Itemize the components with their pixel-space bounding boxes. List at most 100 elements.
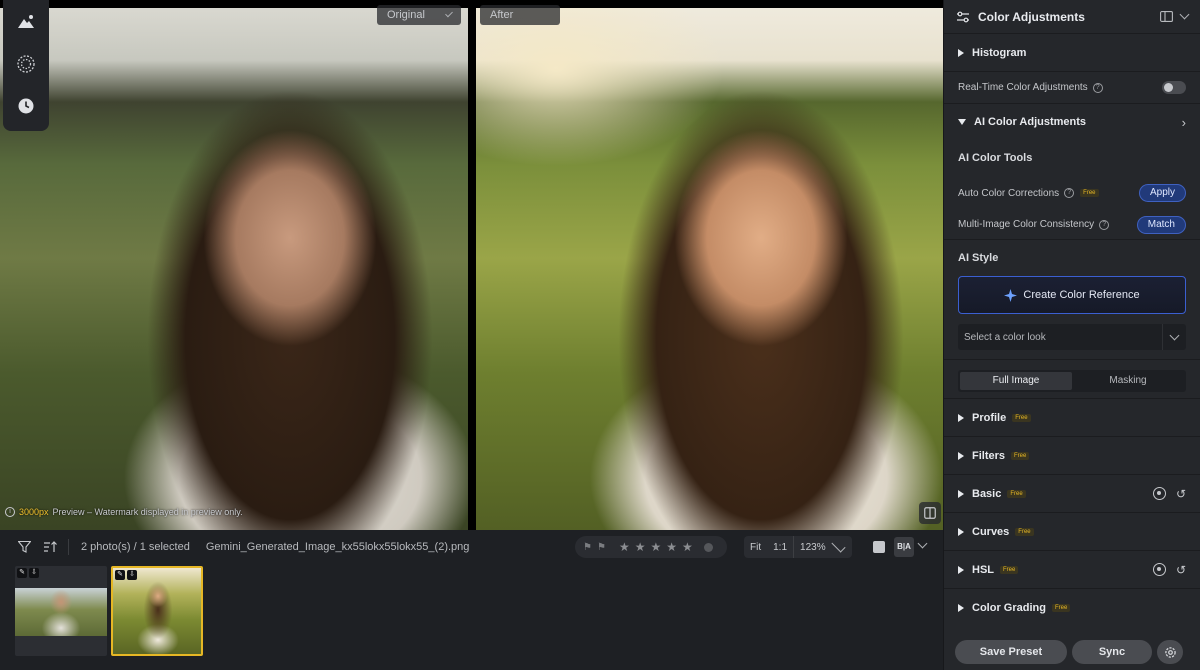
original-photo: [0, 8, 468, 530]
sync-button[interactable]: Sync: [1072, 640, 1152, 664]
free-badge: Free: [1080, 189, 1099, 197]
watermark-note: i 3000px Preview – Watermark displayed i…: [5, 507, 243, 517]
chevron-down-icon: [831, 537, 846, 553]
help-icon[interactable]: ?: [1099, 219, 1110, 230]
section-label: Filters: [972, 449, 1006, 462]
flag-reject-icon[interactable]: ⚑: [597, 542, 606, 553]
rating-group: ⚑ ⚑ ★ ★ ★ ★ ★: [575, 536, 727, 558]
free-badge: Free: [1011, 451, 1030, 460]
realtime-toggle[interactable]: [1162, 81, 1186, 94]
chevron-down-icon[interactable]: [1179, 9, 1190, 20]
left-toolbar: [3, 0, 49, 131]
grain-circle-icon[interactable]: [12, 50, 40, 78]
edit-pencil-icon: ✎: [17, 568, 27, 578]
panel-header: Color Adjustments: [944, 0, 1200, 34]
reset-icon[interactable]: ↺: [1176, 564, 1186, 576]
thumbnail[interactable]: ✎ ⇩: [15, 566, 107, 656]
zoom-select[interactable]: 123%: [793, 536, 851, 558]
photo-viewer: Original After i 3000px Preview – Waterm…: [0, 0, 943, 530]
help-icon[interactable]: ?: [1064, 188, 1075, 198]
section-filters[interactable]: Filters Free: [944, 437, 1200, 475]
star-icon[interactable]: ★: [666, 540, 677, 554]
ai-section-label: AI Color Adjustments: [974, 116, 1087, 128]
section-hsl[interactable]: HSL Free ↺: [944, 551, 1200, 589]
split-view-button[interactable]: [919, 502, 941, 524]
filter-icon[interactable]: [14, 537, 34, 557]
file-name: Gemini_Generated_Image_kx55lokx55lokx55_…: [205, 541, 470, 553]
chevron-down-icon[interactable]: [917, 538, 928, 549]
mountain-adjust-icon[interactable]: [12, 8, 40, 36]
create-color-reference-button[interactable]: Create Color Reference: [958, 276, 1186, 314]
sort-icon[interactable]: [40, 537, 60, 557]
caret-right-icon: [958, 48, 964, 57]
after-photo: [476, 8, 943, 530]
app-window: Original After i 3000px Preview – Waterm…: [0, 0, 1200, 670]
tab-full-image[interactable]: Full Image: [960, 372, 1072, 390]
history-clock-icon[interactable]: [12, 92, 40, 120]
create-ref-label: Create Color Reference: [1023, 289, 1140, 301]
star-icon[interactable]: ★: [682, 540, 693, 554]
save-preset-button[interactable]: Save Preset: [955, 640, 1067, 664]
sliders-icon: [957, 11, 969, 22]
visibility-eye-icon[interactable]: [1152, 563, 1166, 576]
single-view-icon[interactable]: [873, 541, 885, 553]
apply-button[interactable]: Apply: [1138, 184, 1186, 202]
sparkle-icon: [1004, 288, 1018, 302]
section-basic[interactable]: Basic Free ↺: [944, 475, 1200, 513]
caret-right-icon: [958, 527, 964, 536]
original-pane: [0, 8, 468, 530]
chevron-down-icon: [445, 9, 453, 17]
preview-note: Preview – Watermark displayed in preview…: [52, 507, 243, 517]
preview-size: 3000px: [19, 507, 49, 517]
toolbar-divider: [68, 539, 69, 555]
chevron-right-icon[interactable]: ›: [1182, 115, 1186, 130]
thumbnail-image: [15, 588, 107, 636]
reset-icon[interactable]: ↺: [1176, 488, 1186, 500]
histogram-section[interactable]: Histogram: [944, 34, 1200, 72]
after-label-tag: After: [480, 5, 560, 25]
match-button[interactable]: Match: [1136, 215, 1186, 234]
thumbnail-selected[interactable]: ✎ ⇩: [111, 566, 203, 656]
info-icon: i: [5, 507, 15, 517]
caret-right-icon: [958, 565, 964, 574]
original-dropdown[interactable]: Original: [377, 5, 461, 25]
realtime-row: Real-Time Color Adjustments ?: [944, 72, 1200, 104]
section-curves[interactable]: Curves Free: [944, 513, 1200, 551]
section-color-grading[interactable]: Color Grading Free: [944, 589, 1200, 627]
help-icon[interactable]: ?: [1092, 82, 1103, 93]
after-pane: [476, 8, 943, 530]
star-icon[interactable]: ★: [619, 540, 630, 554]
auto-correction-row: Auto Color Corrections ? Free Apply: [944, 176, 1200, 210]
star-icon[interactable]: ★: [650, 540, 661, 554]
free-badge: Free: [1007, 489, 1026, 498]
color-look-select[interactable]: Select a color look: [958, 324, 1186, 350]
zoom-value: 123%: [800, 541, 826, 553]
section-label: Basic: [972, 487, 1002, 500]
free-badge: Free: [1012, 413, 1031, 422]
ai-tools-title: AI Color Tools: [958, 152, 1033, 164]
color-label-icon[interactable]: [703, 542, 713, 552]
multi-image-row: Multi-Image Color Consistency ? Match: [944, 210, 1200, 240]
after-label: After: [490, 9, 514, 21]
before-after-view-button[interactable]: B|A: [894, 537, 914, 557]
zoom-fit-button[interactable]: Fit: [744, 542, 767, 553]
free-badge: Free: [1051, 604, 1071, 612]
section-profile[interactable]: Profile Free: [944, 399, 1200, 437]
tab-masking[interactable]: Masking: [1072, 372, 1184, 390]
star-icon[interactable]: ★: [635, 540, 646, 554]
section-label: HSL: [972, 563, 994, 576]
gear-icon: [1164, 646, 1176, 658]
free-badge: Free: [1015, 527, 1034, 536]
caret-right-icon: [958, 489, 964, 498]
zoom-1to1-button[interactable]: 1:1: [767, 542, 793, 553]
section-label: Color Grading: [972, 602, 1046, 614]
split-view-icon: [924, 507, 936, 519]
ai-color-section[interactable]: AI Color Adjustments ›: [944, 104, 1200, 140]
photo-count: 2 photo(s) / 1 selected: [81, 541, 190, 553]
panel-layout-icon[interactable]: [1160, 11, 1173, 22]
flag-pick-icon[interactable]: ⚑: [583, 542, 592, 553]
free-badge: Free: [1000, 565, 1019, 574]
visibility-eye-icon[interactable]: [1152, 487, 1166, 500]
section-label: Profile: [972, 411, 1007, 424]
sync-settings-button[interactable]: [1157, 640, 1183, 664]
